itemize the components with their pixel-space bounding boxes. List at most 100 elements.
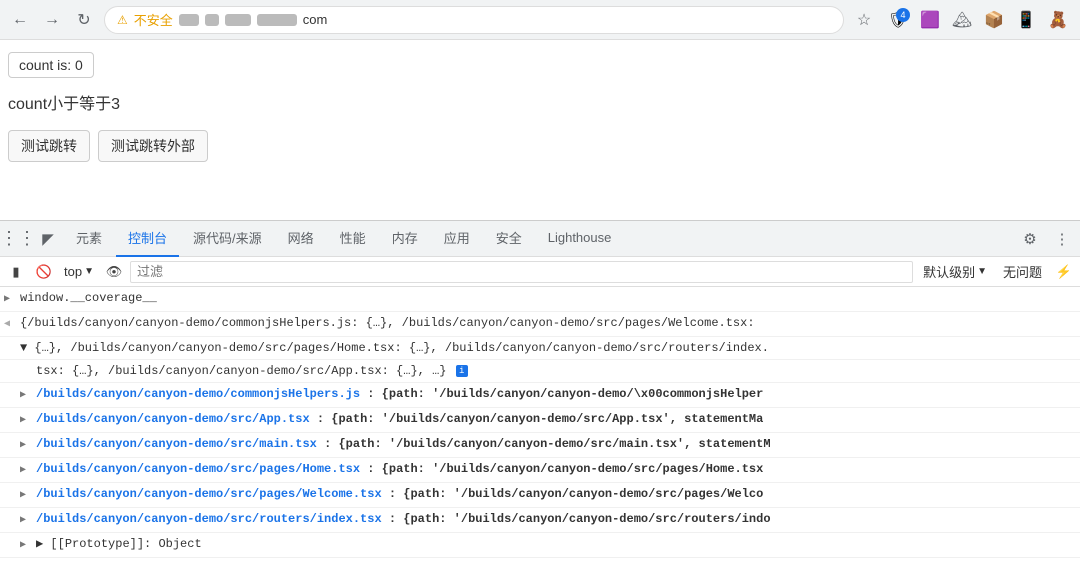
prototype-text: ▶ [[Prototype]]: Object bbox=[36, 535, 1076, 553]
common-val: : {path: '/builds/canyon/canyon-demo/\x0… bbox=[367, 387, 763, 401]
count-badge: count is: 0 bbox=[8, 52, 94, 78]
devtools-right-controls: ⚙ ⋮ bbox=[1016, 225, 1076, 253]
ext-cookie-icon[interactable]: 🧸 bbox=[1044, 6, 1072, 34]
coverage-text: window.__coverage__ bbox=[20, 289, 1076, 307]
sidebar-toggle-button[interactable]: ▮ bbox=[4, 260, 28, 284]
info-badge: i bbox=[456, 365, 468, 377]
expand-arrow-app[interactable]: ▶ bbox=[20, 412, 34, 430]
no-issues-label: 无问题 bbox=[997, 262, 1048, 281]
home-link[interactable]: /builds/canyon/canyon-demo/src/pages/Hom… bbox=[36, 462, 360, 476]
eye-icon-button[interactable]: 👁 bbox=[102, 260, 126, 284]
reload-button[interactable]: ↻ bbox=[72, 8, 96, 32]
ext-mountain-icon[interactable]: 🏔 bbox=[948, 6, 976, 34]
object-text-content: {/builds/canyon/canyon-demo/commonjsHelp… bbox=[20, 316, 755, 330]
tab-performance[interactable]: 性能 bbox=[328, 221, 378, 257]
log-level-dropdown-icon: ▼ bbox=[977, 266, 987, 277]
tab-sources[interactable]: 源代码/来源 bbox=[181, 221, 274, 257]
ext-purple-icon[interactable]: 🟪 bbox=[916, 6, 944, 34]
extension-badge-count: 4 bbox=[896, 8, 910, 22]
main-val: : {path: '/builds/canyon/canyon-demo/src… bbox=[324, 437, 770, 451]
routers-val: : {path: '/builds/canyon/canyon-demo/src… bbox=[389, 512, 771, 526]
devtools-more-icon[interactable]: ⋮ bbox=[1048, 225, 1076, 253]
console-line-home: ▶ /builds/canyon/canyon-demo/src/pages/H… bbox=[0, 458, 1080, 483]
ext-mobile-icon[interactable]: 📱 bbox=[1012, 6, 1040, 34]
console-toolbar: ▮ 🚫 top ▼ 👁 默认级别 ▼ 无问题 ⚡ bbox=[0, 257, 1080, 287]
console-line-welcome: ▶ /builds/canyon/canyon-demo/src/pages/W… bbox=[0, 483, 1080, 508]
jump-external-button[interactable]: 测试跳转外部 bbox=[98, 130, 208, 162]
common-text: /builds/canyon/canyon-demo/commonjsHelpe… bbox=[36, 385, 1076, 403]
tab-console[interactable]: 控制台 bbox=[116, 221, 179, 257]
url-blurred-3 bbox=[225, 14, 251, 26]
console-line-routers: ▶ /builds/canyon/canyon-demo/src/routers… bbox=[0, 508, 1080, 533]
url-blurred-1 bbox=[179, 14, 199, 26]
console-output: ▶ window.__coverage__ ◀ {/builds/canyon/… bbox=[0, 287, 1080, 558]
jump-button[interactable]: 测试跳转 bbox=[8, 130, 90, 162]
console-line-coverage: ▶ window.__coverage__ bbox=[0, 287, 1080, 312]
security-icon: ⚠ bbox=[117, 13, 128, 27]
tab-network[interactable]: 网络 bbox=[276, 221, 326, 257]
expand-arrow-coverage[interactable]: ▶ bbox=[4, 291, 18, 309]
routers-link[interactable]: /builds/canyon/canyon-demo/src/routers/i… bbox=[36, 512, 382, 526]
tab-elements[interactable]: 元素 bbox=[64, 221, 114, 257]
page-content: count is: 0 count小于等于3 测试跳转 测试跳转外部 bbox=[0, 40, 1080, 220]
devtools-tabbar: ⋮⋮ ◤ 元素 控制台 源代码/来源 网络 性能 内存 应用 安全 Lighth… bbox=[0, 221, 1080, 257]
toolbar-icons: 🛡 4 🟪 🏔 📦 📱 🧸 bbox=[884, 6, 1072, 34]
expand-arrow-less[interactable]: ◀ bbox=[4, 316, 18, 334]
welcome-val: : {path: '/builds/canyon/canyon-demo/src… bbox=[389, 487, 763, 501]
tab-application[interactable]: 应用 bbox=[432, 221, 482, 257]
context-selector[interactable]: top ▼ bbox=[60, 262, 98, 281]
routers-text: /builds/canyon/canyon-demo/src/routers/i… bbox=[36, 510, 1076, 528]
issues-icon[interactable]: ⚡ bbox=[1052, 260, 1076, 284]
url-blurred-2 bbox=[205, 14, 219, 26]
count-description: count小于等于3 bbox=[8, 90, 1072, 114]
main-link[interactable]: /builds/canyon/canyon-demo/src/main.tsx bbox=[36, 437, 317, 451]
console-line-main: ▶ /builds/canyon/canyon-demo/src/main.ts… bbox=[0, 433, 1080, 458]
console-line-app: ▶ /builds/canyon/canyon-demo/src/App.tsx… bbox=[0, 408, 1080, 433]
main-text: /builds/canyon/canyon-demo/src/main.tsx … bbox=[36, 435, 1076, 453]
devtools-inspect-icon[interactable]: ◤ bbox=[34, 225, 62, 253]
button-row: 测试跳转 测试跳转外部 bbox=[8, 130, 1072, 162]
browser-chrome: ← → ↻ ⚠ 不安全 com ☆ 🛡 4 🟪 🏔 📦 📱 🧸 bbox=[0, 0, 1080, 40]
app-link[interactable]: /builds/canyon/canyon-demo/src/App.tsx bbox=[36, 412, 310, 426]
common-link[interactable]: /builds/canyon/canyon-demo/commonjsHelpe… bbox=[36, 387, 360, 401]
devtools-settings-icon[interactable]: ⚙ bbox=[1016, 225, 1044, 253]
clear-console-button[interactable]: 🚫 bbox=[32, 260, 56, 284]
tab-security[interactable]: 安全 bbox=[484, 221, 534, 257]
devtools-cursor-icon[interactable]: ⋮⋮ bbox=[4, 225, 32, 253]
back-button[interactable]: ← bbox=[8, 8, 32, 32]
address-bar[interactable]: ⚠ 不安全 com bbox=[104, 6, 844, 34]
star-button[interactable]: ☆ bbox=[852, 8, 876, 32]
tab-memory[interactable]: 内存 bbox=[380, 221, 430, 257]
expanded-text: ▼ {…}, /builds/canyon/canyon-demo/src/pa… bbox=[20, 339, 1076, 357]
expand-arrow-main[interactable]: ▶ bbox=[20, 437, 34, 455]
expand-arrow-welcome[interactable]: ▶ bbox=[20, 487, 34, 505]
context-dropdown-icon: ▼ bbox=[84, 266, 94, 277]
welcome-text: /builds/canyon/canyon-demo/src/pages/Wel… bbox=[36, 485, 1076, 503]
security-text: 不安全 bbox=[134, 10, 173, 29]
object-text: {/builds/canyon/canyon-demo/commonjsHelp… bbox=[20, 314, 1076, 332]
log-level-selector[interactable]: 默认级别 ▼ bbox=[917, 260, 993, 283]
console-line-common: ▶ /builds/canyon/canyon-demo/commonjsHel… bbox=[0, 383, 1080, 408]
welcome-link[interactable]: /builds/canyon/canyon-demo/src/pages/Wel… bbox=[36, 487, 382, 501]
console-line-expanded-2: tsx: {…}, /builds/canyon/canyon-demo/src… bbox=[0, 360, 1080, 383]
home-text: /builds/canyon/canyon-demo/src/pages/Hom… bbox=[36, 460, 1076, 478]
app-text: /builds/canyon/canyon-demo/src/App.tsx :… bbox=[36, 410, 1076, 428]
console-line-prototype: ▶ ▶ [[Prototype]]: Object bbox=[0, 533, 1080, 558]
expand-arrow-prototype[interactable]: ▶ bbox=[20, 537, 34, 555]
expanded-text-2: tsx: {…}, /builds/canyon/canyon-demo/src… bbox=[36, 362, 1076, 380]
log-level-label: 默认级别 bbox=[923, 262, 975, 281]
console-line-expanded: ▼ {…}, /builds/canyon/canyon-demo/src/pa… bbox=[0, 337, 1080, 360]
ext-box-icon[interactable]: 📦 bbox=[980, 6, 1008, 34]
console-filter-input[interactable] bbox=[130, 261, 913, 283]
tab-lighthouse[interactable]: Lighthouse bbox=[536, 221, 624, 257]
app-val: : {path: '/builds/canyon/canyon-demo/src… bbox=[317, 412, 763, 426]
url-com: com bbox=[303, 12, 328, 27]
home-val: : {path: '/builds/canyon/canyon-demo/src… bbox=[367, 462, 763, 476]
expand-arrow-common[interactable]: ▶ bbox=[20, 387, 34, 405]
extension-badge-icon[interactable]: 🛡 4 bbox=[884, 6, 912, 34]
expand-arrow-routers[interactable]: ▶ bbox=[20, 512, 34, 530]
context-label: top bbox=[64, 264, 82, 279]
expand-arrow-home[interactable]: ▶ bbox=[20, 462, 34, 480]
console-line-object: ◀ {/builds/canyon/canyon-demo/commonjsHe… bbox=[0, 312, 1080, 337]
forward-button[interactable]: → bbox=[40, 8, 64, 32]
